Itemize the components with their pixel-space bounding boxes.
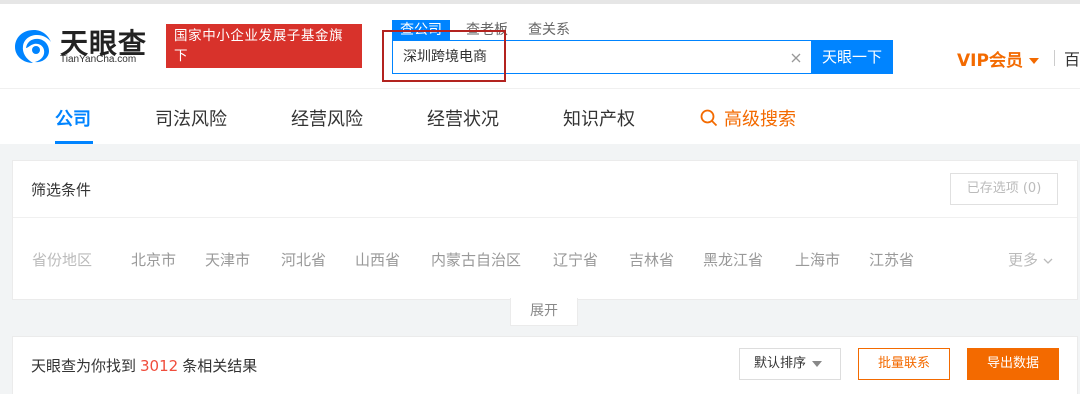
region-option[interactable]: 天津市	[205, 249, 250, 270]
region-option[interactable]: 上海市	[795, 249, 840, 270]
tab-intellectual-property[interactable]: 知识产权	[563, 105, 635, 131]
result-bar: 天眼查为你找到 3012 条相关结果 默认排序 批量联系 导出数据	[12, 336, 1078, 394]
advanced-search-link[interactable]: 高级搜索	[700, 105, 796, 131]
logo-url: TianYanCha.com	[60, 54, 137, 65]
region-option[interactable]: 内蒙古自治区	[431, 249, 521, 270]
advanced-search-label: 高级搜索	[724, 109, 796, 130]
vip-menu[interactable]: VIP会员	[957, 46, 1039, 71]
result-summary: 天眼查为你找到 3012 条相关结果	[31, 355, 257, 376]
filter-title: 筛选条件	[31, 181, 92, 199]
region-option[interactable]: 吉林省	[629, 249, 674, 270]
result-count: 3012	[140, 357, 179, 375]
search-highlight-box	[382, 30, 506, 82]
expand-button[interactable]: 展开	[510, 298, 578, 326]
slogan-line-1: 国家中小企业发展子基金旗下	[174, 28, 344, 64]
caret-down-icon	[1028, 58, 1039, 64]
region-label: 省份地区	[32, 251, 93, 269]
search-icon	[700, 109, 718, 127]
tab-operating-risk[interactable]: 经营风险	[291, 105, 363, 131]
header-extra-link[interactable]: 百	[1064, 46, 1080, 70]
region-option[interactable]: 北京市	[131, 249, 176, 270]
result-suffix: 条相关结果	[182, 357, 258, 375]
sort-dropdown[interactable]: 默认排序	[739, 348, 841, 380]
batch-contact-button[interactable]: 批量联系	[858, 348, 950, 380]
more-regions-button[interactable]: 更多	[1008, 249, 1053, 270]
tab-company[interactable]: 公司	[55, 105, 91, 131]
caret-down-icon	[812, 360, 823, 367]
category-nav: 公司 司法风险 经营风险 经营状况 知识产权 高级搜索	[0, 88, 1080, 144]
logo-eye-icon	[15, 30, 51, 63]
filter-divider	[13, 217, 1077, 218]
header-divider	[1054, 50, 1055, 66]
search-button[interactable]: 天眼一下	[811, 40, 893, 74]
tab-operating-status[interactable]: 经营状况	[427, 105, 499, 131]
sort-label: 默认排序	[754, 356, 807, 371]
vip-label: VIP会员	[957, 51, 1023, 71]
filter-panel: 筛选条件 已存选项 (0) 省份地区 北京市 天津市 河北省 山西省 内蒙古自治…	[12, 160, 1078, 300]
slogan-badge: 国家中小企业发展子基金旗下 官方备案企业征信机构	[166, 24, 362, 84]
export-data-button[interactable]: 导出数据	[967, 348, 1059, 380]
active-tab-underline	[55, 141, 93, 144]
saved-options-button[interactable]: 已存选项 (0)	[950, 173, 1058, 205]
more-label: 更多	[1008, 251, 1039, 269]
chevron-down-icon	[1043, 258, 1053, 264]
region-option[interactable]: 江苏省	[869, 249, 914, 270]
slogan-line-2: 官方备案企业征信机构	[174, 68, 315, 84]
clear-icon[interactable]	[789, 51, 803, 65]
top-border	[0, 0, 1080, 4]
region-option[interactable]: 河北省	[281, 249, 326, 270]
tab-search-relation[interactable]: 查关系	[528, 20, 570, 40]
region-option[interactable]: 山西省	[355, 249, 400, 270]
region-option[interactable]: 黑龙江省	[703, 249, 763, 270]
header: 天眼查 TianYanCha.com 国家中小企业发展子基金旗下 官方备案企业征…	[0, 0, 1080, 88]
logo[interactable]: 天眼查 TianYanCha.com	[12, 24, 157, 68]
tab-legal-risk[interactable]: 司法风险	[155, 105, 227, 131]
region-option[interactable]: 辽宁省	[553, 249, 598, 270]
result-prefix: 天眼查为你找到	[31, 357, 137, 375]
